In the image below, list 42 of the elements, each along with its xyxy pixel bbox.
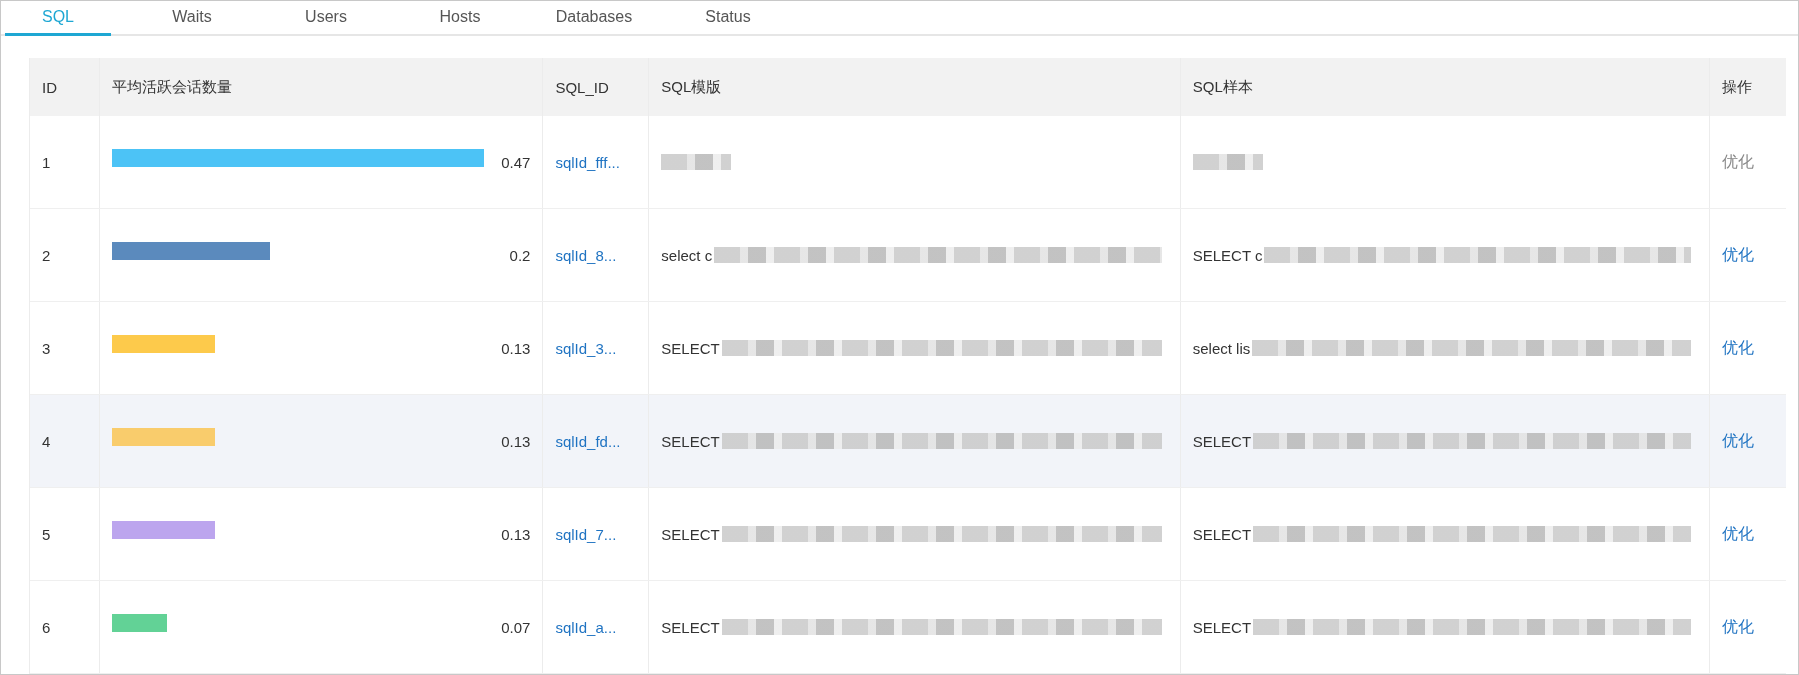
- sql-template-text: SELECT: [661, 339, 720, 357]
- sql-id-link[interactable]: sqlId_fd...: [555, 432, 621, 450]
- session-count: 0.13: [500, 339, 531, 357]
- optimize-link[interactable]: 优化: [1722, 430, 1755, 452]
- tab[interactable]: Databases: [541, 1, 647, 36]
- optimize-link[interactable]: 优化: [1722, 244, 1755, 266]
- blurred-text: [661, 154, 732, 170]
- sql-sample-text: SELECT c: [1192, 246, 1263, 264]
- sql-template-text: select c: [661, 246, 713, 264]
- sql-id-link[interactable]: sqlId_3...: [555, 339, 617, 357]
- session-count: 0.47: [500, 153, 531, 171]
- column-header: 操作: [1721, 76, 1754, 97]
- tab[interactable]: SQL: [5, 1, 111, 36]
- row-id: 5: [42, 525, 51, 543]
- optimize-link[interactable]: 优化: [1722, 616, 1755, 638]
- sql-template-text: SELECT: [661, 525, 720, 543]
- optimize-link[interactable]: 优化: [1722, 337, 1755, 359]
- sql-template-text: SELECT: [661, 618, 720, 636]
- sql-id-link[interactable]: sqlId_a...: [555, 618, 617, 636]
- optimize-link: 优化: [1722, 151, 1755, 172]
- sql-sample-text: SELECT: [1192, 618, 1252, 636]
- row-id: 6: [42, 618, 51, 636]
- sql-sample-text: SELECT: [1192, 432, 1252, 450]
- row-id: 1: [42, 153, 51, 171]
- row-id: 2: [42, 246, 51, 264]
- session-count: 0.13: [500, 525, 531, 543]
- row-id: 4: [42, 432, 51, 450]
- sql-sample-text: SELECT: [1192, 525, 1252, 543]
- tab[interactable]: Hosts: [407, 1, 513, 36]
- sql-sample-text: select lis: [1192, 339, 1251, 357]
- tab[interactable]: Waits: [139, 1, 245, 36]
- optimize-link[interactable]: 优化: [1722, 523, 1755, 545]
- tab[interactable]: Status: [675, 1, 781, 36]
- sql-id-link[interactable]: sqlId_7...: [555, 525, 617, 543]
- row-id: 3: [42, 339, 51, 357]
- session-count: 0.2: [508, 246, 531, 264]
- sql-id-link[interactable]: sqlId_8...: [555, 246, 617, 264]
- sql-template-text: SELECT: [661, 432, 720, 450]
- session-count: 0.07: [500, 618, 531, 636]
- blurred-text: [1192, 154, 1263, 170]
- session-count: 0.13: [500, 432, 531, 450]
- tab[interactable]: Users: [273, 1, 379, 36]
